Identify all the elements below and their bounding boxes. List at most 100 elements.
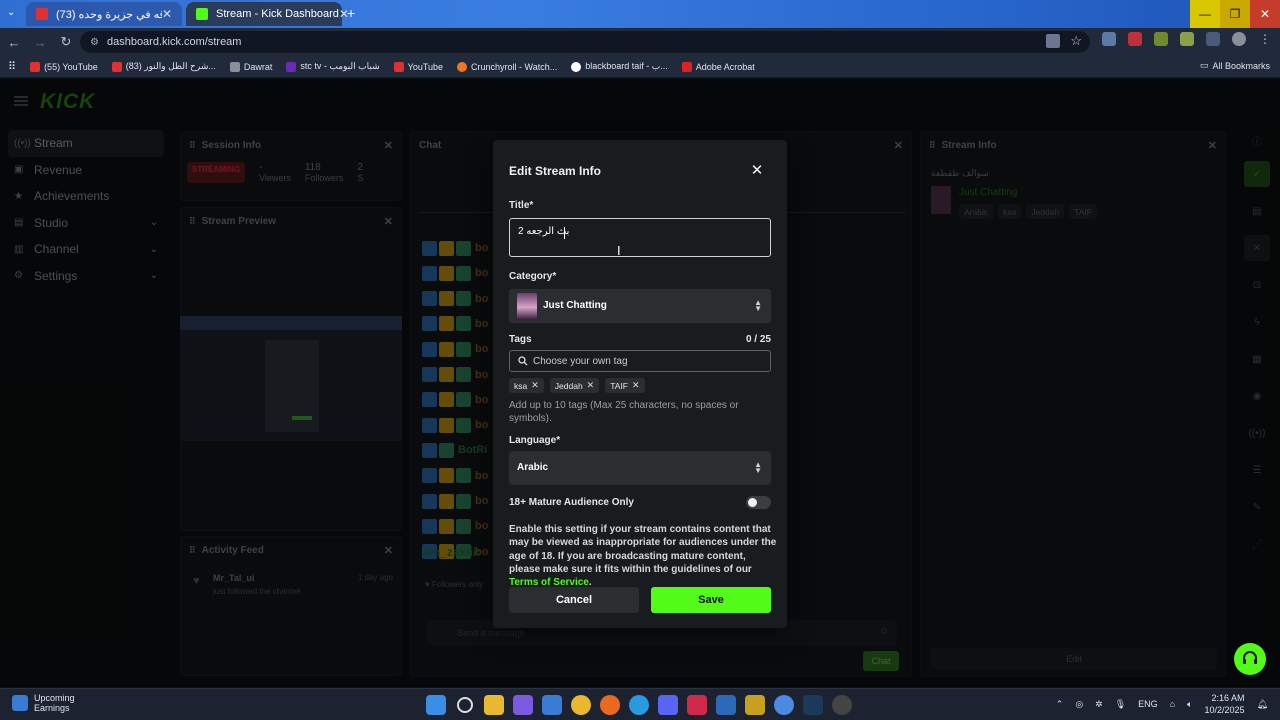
media-icon[interactable] [1206,32,1220,46]
widget-title: Upcoming [34,693,75,703]
maximize-button[interactable]: ❐ [1220,0,1250,28]
widget-sub: Earnings [34,703,70,713]
mature-audience-description: Enable this setting if your stream conta… [509,524,777,589]
bookmark-item[interactable]: stc tv - شباب البومب [286,61,380,72]
store-icon[interactable] [542,695,562,715]
kick-icon [196,8,208,20]
all-bookmarks-button[interactable]: ▭ All Bookmarks [1200,60,1270,71]
clock[interactable]: 2:16 AM 10/2/2025 [1205,692,1245,716]
microphone-icon[interactable]: 🎙︎ [1115,699,1126,710]
bookmark-item[interactable]: blackboard taif - ب... [571,61,668,72]
site-info-icon[interactable]: ⚙ [90,37,99,48]
bookmark-item[interactable]: YouTube [393,61,443,72]
support-chat-button[interactable] [1234,643,1266,675]
apps-grid-icon[interactable]: ⠿ [8,60,16,73]
copilot-icon[interactable] [513,695,533,715]
tab-kick-dashboard[interactable]: Stream - Kick Dashboard ✕ [186,2,349,26]
all-bookmarks-label: All Bookmarks [1212,60,1270,71]
language-value: Arabic [517,462,549,473]
settings-icon[interactable]: ✲ [1095,699,1103,710]
chrome-active-icon[interactable] [774,695,794,715]
close-window-button[interactable]: ✕ [1250,0,1280,28]
sync-icon[interactable]: ◎ [1075,699,1083,710]
save-button[interactable]: Save [651,587,771,613]
close-tab-icon[interactable]: ✕ [162,7,172,21]
bookmark-label: stc tv - شباب البومب [300,61,380,71]
app-icon[interactable] [716,695,736,715]
tab-list-chevron-icon[interactable]: ⌄ [7,7,15,18]
tags-label: Tags [509,334,532,345]
save-label: Save [698,594,724,606]
select-updown-icon: ▲ ▼ [754,298,762,313]
notification-icon[interactable]: 🔔︎ [1257,699,1268,710]
cancel-button[interactable]: Cancel [509,587,639,613]
language-select[interactable]: Arabic ▲ ▼ [509,451,771,485]
translate-icon[interactable] [1046,34,1060,48]
date: 10/2/2025 [1204,705,1245,715]
category-thumbnail [517,293,537,319]
remove-tag-icon[interactable]: ✕ [587,380,595,391]
network-icon[interactable]: ⌂ [1170,699,1175,709]
firefox-icon[interactable] [600,695,620,715]
tags-counter: 0 / 25 [745,334,771,345]
reload-icon[interactable]: ↻ [54,30,78,54]
bookmark-item[interactable]: Crunchyroll - Watch... [457,61,557,72]
category-select[interactable]: Just Chatting ▲ ▼ [509,289,771,323]
bookmarks-bar: ⠿ (55) YouTube (83) شرح الظل والنور... D… [0,56,1280,78]
bookmark-item[interactable]: Dawrat [229,61,272,72]
forward-arrow-icon[interactable]: → [28,30,52,54]
stc-tv-icon [286,61,297,72]
app-icon[interactable] [687,695,707,715]
extensions-puzzle-icon[interactable] [1154,32,1168,46]
remove-tag-icon[interactable]: ✕ [531,380,539,391]
acrobat-icon [681,61,692,72]
app-icon[interactable] [745,695,765,715]
extension-icon[interactable] [1102,32,1116,46]
search-icon[interactable] [457,697,473,713]
edge-icon[interactable] [629,695,649,715]
system-tray: ⌃ ◎ ✲ 🎙︎ ENG ⌂ 🔈︎ 2:16 AM 10/2/2025 🔔︎ [1056,692,1268,716]
new-tab-button[interactable]: + [347,5,355,21]
chrome-icon[interactable] [571,695,591,715]
minimize-button[interactable]: — [1190,0,1220,28]
profile-avatar[interactable] [1232,32,1246,46]
input-language[interactable]: ENG [1138,699,1158,709]
tab-youtube[interactable]: (73) كل الافرقه في جزيرة وحده ! ... ✕ [26,2,182,26]
mature-audience-toggle[interactable] [746,496,771,509]
download-icon[interactable] [1180,32,1194,46]
chevron-up-icon[interactable]: ⌃ [1056,699,1064,710]
folder-icon: ▭ [1199,60,1209,70]
selected-tags: ksa ✕ Jeddah ✕ TAIF ✕ [509,378,645,393]
category-label: Category* [509,271,557,282]
title-input[interactable]: بث الرجعه 2 [509,218,771,257]
menu-icon[interactable]: ⋮ [1258,32,1272,46]
tag-chip: Jeddah ✕ [549,378,600,393]
headset-icon [1243,651,1257,664]
toggle-knob [748,498,757,507]
bookmark-item[interactable]: (55) YouTube [30,61,98,72]
bookmark-star-icon[interactable]: ☆ [1070,33,1082,49]
bookmark-item[interactable]: Adobe Acrobat [681,61,755,72]
address-bar-row: ← → ↻ ⚙ dashboard.kick.com/stream ☆ ⋮ [0,28,1280,56]
url-field[interactable]: ⚙ dashboard.kick.com/stream ☆ [80,31,1090,53]
volume-icon[interactable]: 🔈︎ [1187,699,1192,710]
widgets-button[interactable]: Upcoming Earnings [12,693,75,713]
back-arrow-icon[interactable]: ← [2,30,26,54]
select-updown-icon: ▲ ▼ [754,460,762,475]
remove-tag-icon[interactable]: ✕ [632,380,640,391]
time: 2:16 AM [1211,693,1245,703]
app-icon[interactable] [832,695,852,715]
tag-label: TAIF [610,380,629,391]
bookmark-item[interactable]: (83) شرح الظل والنور... [111,61,216,72]
youtube-icon [36,8,48,20]
youtube-icon [111,61,122,72]
url-text: dashboard.kick.com/stream [106,36,242,48]
tag-search-input[interactable]: Choose your own tag [509,350,771,372]
extension-icon[interactable] [1128,32,1142,46]
tab-label: Stream - Kick Dashboard [216,8,339,20]
steam-icon[interactable] [803,695,823,715]
discord-icon[interactable] [658,695,678,715]
close-icon[interactable]: ✕ [749,161,765,179]
start-icon[interactable] [426,695,446,715]
file-explorer-icon[interactable] [484,695,504,715]
